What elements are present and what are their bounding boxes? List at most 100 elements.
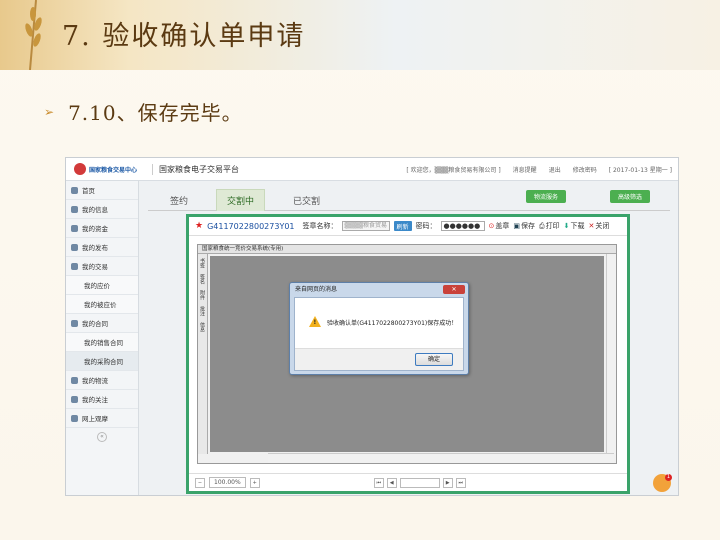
- logo-text: 国家粮食交易中心: [89, 166, 138, 174]
- stamp-button[interactable]: ⊙ 盖章: [489, 221, 510, 231]
- attachment-tab[interactable]: 附件: [199, 290, 206, 300]
- sidebar-item-label: 我的销售合同: [84, 339, 123, 347]
- topbar-right: [ 欢迎您，▒▒▒粮食贸易有限公司 ] 消息提醒 退出 修改密码 [ 2017-…: [406, 165, 678, 174]
- sidebar-item[interactable]: 我的合同: [66, 314, 138, 333]
- sidebar-item[interactable]: 我的应价: [66, 276, 138, 295]
- sidebar-item[interactable]: 我的物流: [66, 371, 138, 390]
- sidebar-item[interactable]: 网上观摩: [66, 409, 138, 428]
- download-icon: ⬇: [563, 222, 570, 230]
- platform-title: 国家粮食电子交易平台: [152, 163, 239, 175]
- signature-tab[interactable]: 签名: [199, 274, 206, 284]
- sidebar-item-label: 我的合同: [82, 320, 108, 328]
- sidebar-item-label: 首页: [82, 187, 95, 195]
- last-page-button[interactable]: ⏭: [455, 477, 466, 488]
- dialog-body: ! 验收确认单(G4117022800273Y01)保存成功！ 确定: [294, 297, 464, 371]
- print-button[interactable]: ⎙ 打印: [539, 221, 560, 231]
- sidebar-item-icon: [71, 319, 78, 327]
- sidebar-item-label: 网上观摩: [82, 415, 108, 423]
- slide-subtitle: 7.10、保存完毕。: [68, 101, 243, 125]
- sidebar-item[interactable]: 我的关注: [66, 390, 138, 409]
- sidebar-item-label: 我的发布: [82, 244, 108, 252]
- sidebar-item-label: 我的采购合同: [84, 358, 123, 366]
- viewer-left-tabs: 书签 签名 附件 批注 信息: [198, 254, 208, 454]
- sidebar-item[interactable]: 我的销售合同: [66, 333, 138, 352]
- sidebar-item-icon: [71, 376, 78, 384]
- sidebar-item-label: 我的资金: [82, 225, 108, 233]
- password-field[interactable]: ●●●●●●: [440, 221, 485, 231]
- advanced-filter-button[interactable]: 高级筛选: [610, 190, 651, 203]
- prev-page-button[interactable]: ◀: [386, 477, 397, 488]
- zoom-level[interactable]: 100.00%: [209, 477, 246, 488]
- signer-select[interactable]: ▒▒▒▒粮食贸易: [341, 221, 390, 231]
- tab-delivered[interactable]: 已交割: [283, 189, 330, 211]
- messages-link[interactable]: 消息提醒: [513, 165, 537, 174]
- tab-bar: 签约 交割中 已交割: [148, 189, 670, 211]
- star-icon: ★: [195, 221, 204, 231]
- ok-button[interactable]: 确定: [415, 353, 453, 366]
- dialog-footer: 确定: [295, 348, 463, 370]
- bookmark-tab[interactable]: 书签: [199, 258, 206, 268]
- logistics-button[interactable]: 物流服务: [526, 190, 567, 203]
- page-navigation: ⏮ ◀ ▶ ⏭: [373, 477, 466, 488]
- close-icon: ✕: [588, 222, 595, 230]
- dialog-close-button[interactable]: ✕: [443, 285, 465, 294]
- close-button[interactable]: ✕ 关闭: [589, 221, 610, 231]
- stamp-icon: ⊙: [488, 222, 495, 230]
- sidebar-item[interactable]: 我的交易: [66, 257, 138, 276]
- horizontal-scrollbar[interactable]: [268, 453, 614, 463]
- warning-mark: !: [313, 319, 317, 326]
- logo-icon: [74, 163, 86, 175]
- viewer-title: 国家粮食统一竞价交易系统(专用): [198, 245, 616, 254]
- date-text: [ 2017-01-13 星期一 ]: [608, 166, 672, 174]
- save-icon: ▣: [513, 222, 521, 230]
- change-password-link[interactable]: 修改密码: [573, 165, 597, 174]
- welcome-text: [ 欢迎您，▒▒▒粮食贸易有限公司 ]: [406, 166, 501, 174]
- tab-sign[interactable]: 签约: [160, 189, 198, 211]
- download-button[interactable]: ⬇ 下载: [564, 221, 585, 231]
- zoom-in-button[interactable]: +: [249, 477, 260, 488]
- dialog-title: 来自网页的消息: [295, 286, 338, 293]
- subtitle-row: ➢ 7.10、保存完毕。: [44, 97, 243, 126]
- sidebar-item-label: 我的信息: [82, 206, 108, 214]
- wheat-icon: [25, 0, 42, 70]
- sidebar-item[interactable]: 我的资金: [66, 219, 138, 238]
- slide-title: 7. 验收确认单申请: [62, 21, 306, 52]
- app-topbar: 国家粮食交易中心 国家粮食电子交易平台 [ 欢迎您，▒▒▒粮食贸易有限公司 ] …: [66, 158, 678, 181]
- sidebar-item[interactable]: 我的被应价: [66, 295, 138, 314]
- sidebar-item[interactable]: 我的采购合同: [66, 352, 138, 371]
- sidebar-item[interactable]: 我的发布: [66, 238, 138, 257]
- bullet-arrow-icon: ➢: [44, 104, 55, 119]
- page-number-field[interactable]: [399, 477, 440, 488]
- zoom-out-button[interactable]: −: [195, 477, 205, 488]
- vertical-scrollbar[interactable]: [606, 254, 616, 454]
- sidebar-item[interactable]: 我的信息: [66, 200, 138, 219]
- viewer-status-bar: − 100.00% + ⏮ ◀ ▶ ⏭: [189, 473, 627, 491]
- first-page-button[interactable]: ⏮: [373, 477, 384, 488]
- sidebar-item-label: 我的关注: [82, 396, 108, 404]
- sidebar-item-icon: [71, 205, 78, 213]
- message-dialog: 来自网页的消息 ✕ ! 验收确认单(G4117022800273Y01)保存成功…: [289, 282, 469, 375]
- tab-delivering[interactable]: 交割中: [216, 189, 266, 211]
- sidebar-item-icon: [71, 243, 78, 251]
- logo: 国家粮食交易中心: [66, 163, 150, 175]
- logout-link[interactable]: 退出: [549, 165, 561, 174]
- sidebar-item-label: 我的物流: [82, 377, 108, 385]
- sidebar-collapse-icon[interactable]: «: [97, 432, 107, 442]
- annotation-tab[interactable]: 批注: [199, 306, 206, 316]
- save-button[interactable]: ▣ 保存: [513, 221, 535, 231]
- document-id: G4117022800273Y01: [207, 221, 295, 231]
- dialog-message: 验收确认单(G4117022800273Y01)保存成功！: [327, 320, 458, 327]
- notification-badge: 1: [665, 474, 672, 481]
- sidebar-item-icon: [71, 414, 78, 422]
- password-label: 密码：: [415, 222, 437, 230]
- next-page-button[interactable]: ▶: [442, 477, 453, 488]
- document-toolbar: ★ G4117022800273Y01 签章名称： ▒▒▒▒粮食贸易 刷新 密码…: [189, 217, 627, 236]
- print-icon: ⎙: [539, 221, 545, 230]
- sidebar-item[interactable]: 首页: [66, 181, 138, 200]
- sidebar-item-label: 我的交易: [82, 263, 108, 271]
- sidebar-item-label: 我的应价: [84, 282, 110, 290]
- signer-label: 签章名称：: [302, 222, 338, 230]
- info-tab[interactable]: 信息: [199, 322, 206, 332]
- refresh-button[interactable]: 刷新: [393, 221, 412, 231]
- sidebar-item-icon: [71, 224, 78, 232]
